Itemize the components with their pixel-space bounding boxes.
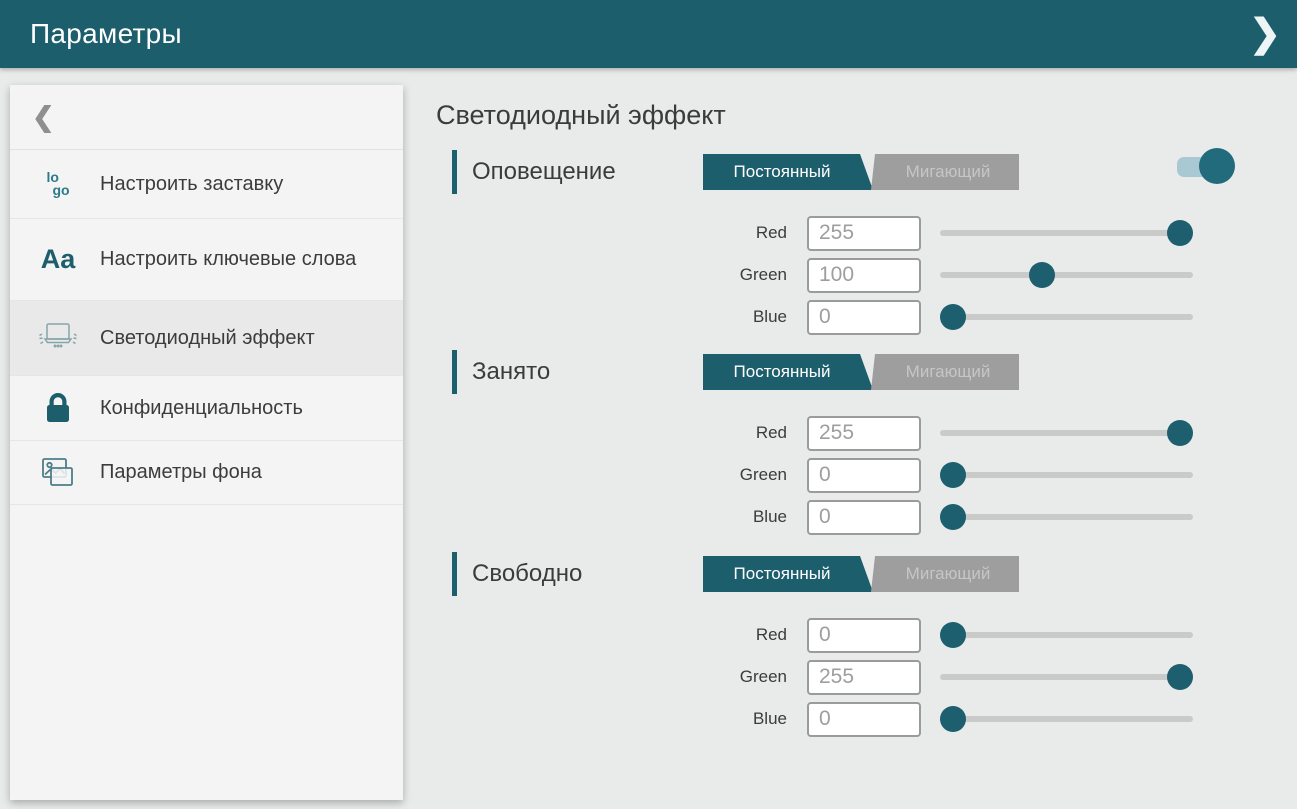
blue-row: Blue: [452, 296, 1247, 338]
sidebar-item-led-effect[interactable]: Светодиодный эффект: [10, 301, 403, 376]
blue-value-input[interactable]: [807, 500, 921, 535]
lock-icon: [36, 392, 80, 424]
sidebar-item-privacy[interactable]: Конфиденциальность: [10, 376, 403, 441]
slider-thumb[interactable]: [940, 504, 966, 530]
page-title: Светодиодный эффект: [436, 100, 726, 131]
green-label: Green: [452, 667, 807, 687]
sidebar-back-button[interactable]: ❮: [10, 85, 403, 150]
section-accent-bar: [452, 552, 457, 596]
blue-value-input[interactable]: [807, 300, 921, 335]
blue-slider[interactable]: [940, 705, 1193, 733]
blue-row: Blue: [452, 496, 1247, 538]
slider-track: [940, 230, 1193, 236]
mode-blinking-segment[interactable]: Мигающий: [871, 154, 1019, 190]
green-row: Green: [452, 254, 1247, 296]
green-value-input[interactable]: [807, 660, 921, 695]
section-free: Свободно Постоянный Мигающий Red Green B…: [452, 550, 1247, 740]
red-slider[interactable]: [940, 219, 1193, 247]
sidebar-item-label: Конфиденциальность: [100, 397, 303, 420]
red-label: Red: [452, 223, 807, 243]
blue-label: Blue: [452, 507, 807, 527]
section-notification: Оповещение Постоянный Мигающий Red Green: [452, 148, 1247, 338]
app-header: Параметры ❯: [0, 0, 1297, 68]
blue-slider[interactable]: [940, 503, 1193, 531]
section-accent-bar: [452, 150, 457, 194]
green-row: Green: [452, 656, 1247, 698]
chevron-right-icon[interactable]: ❯: [1249, 15, 1281, 53]
section-label: Оповещение: [472, 158, 703, 186]
text-aa-icon: Aa: [36, 244, 80, 275]
blue-slider[interactable]: [940, 303, 1193, 331]
mode-segmented-control: Постоянный Мигающий: [703, 354, 1019, 390]
green-slider[interactable]: [940, 663, 1193, 691]
section-label: Свободно: [472, 560, 703, 588]
slider-track: [940, 472, 1193, 478]
slider-track: [940, 430, 1193, 436]
sidebar-item-label: Настроить заставку: [100, 173, 283, 196]
red-value-input[interactable]: [807, 216, 921, 251]
sidebar-item-screensaver[interactable]: lo go Настроить заставку: [10, 150, 403, 219]
red-row: Red: [452, 412, 1247, 454]
sidebar-item-label: Параметры фона: [100, 461, 262, 484]
slider-track: [940, 674, 1193, 680]
slider-thumb[interactable]: [940, 706, 966, 732]
mode-constant-segment[interactable]: Постоянный: [703, 354, 873, 390]
slider-track: [940, 716, 1193, 722]
slider-thumb[interactable]: [940, 304, 966, 330]
blue-row: Blue: [452, 698, 1247, 740]
section-busy: Занято Постоянный Мигающий Red Green Blu…: [452, 348, 1247, 538]
toggle-thumb: [1199, 148, 1235, 184]
red-row: Red: [452, 212, 1247, 254]
images-icon: [36, 455, 80, 491]
notification-toggle[interactable]: [1177, 152, 1225, 180]
slider-track: [940, 314, 1193, 320]
slider-thumb[interactable]: [1167, 664, 1193, 690]
mode-segmented-control: Постоянный Мигающий: [703, 154, 1019, 190]
blue-label: Blue: [452, 307, 807, 327]
slider-track: [940, 632, 1193, 638]
red-slider[interactable]: [940, 419, 1193, 447]
red-slider[interactable]: [940, 621, 1193, 649]
sidebar-item-background[interactable]: Параметры фона: [10, 441, 403, 505]
blue-value-input[interactable]: [807, 702, 921, 737]
green-slider[interactable]: [940, 461, 1193, 489]
red-label: Red: [452, 625, 807, 645]
red-label: Red: [452, 423, 807, 443]
mode-constant-segment[interactable]: Постоянный: [703, 154, 873, 190]
mode-segmented-control: Постоянный Мигающий: [703, 556, 1019, 592]
slider-thumb[interactable]: [1167, 420, 1193, 446]
slider-track: [940, 514, 1193, 520]
slider-thumb[interactable]: [1029, 262, 1055, 288]
slider-thumb[interactable]: [940, 622, 966, 648]
green-slider[interactable]: [940, 261, 1193, 289]
green-value-input[interactable]: [807, 258, 921, 293]
sidebar-item-label: Настроить ключевые слова: [100, 248, 356, 271]
mode-blinking-segment[interactable]: Мигающий: [871, 556, 1019, 592]
red-value-input[interactable]: [807, 416, 921, 451]
green-value-input[interactable]: [807, 458, 921, 493]
green-label: Green: [452, 265, 807, 285]
sidebar-item-label: Светодиодный эффект: [100, 327, 315, 350]
slider-thumb[interactable]: [1167, 220, 1193, 246]
monitor-icon: [36, 321, 80, 355]
slider-thumb[interactable]: [940, 462, 966, 488]
settings-sidebar: ❮ lo go Настроить заставку Aa Настроить …: [10, 85, 403, 800]
blue-label: Blue: [452, 709, 807, 729]
sidebar-item-keywords[interactable]: Aa Настроить ключевые слова: [10, 219, 403, 301]
chevron-left-icon: ❮: [32, 102, 55, 133]
section-label: Занято: [472, 358, 703, 386]
green-label: Green: [452, 465, 807, 485]
logo-icon: lo go: [36, 171, 80, 198]
red-value-input[interactable]: [807, 618, 921, 653]
section-accent-bar: [452, 350, 457, 394]
mode-constant-segment[interactable]: Постоянный: [703, 556, 873, 592]
slider-track: [940, 272, 1193, 278]
green-row: Green: [452, 454, 1247, 496]
red-row: Red: [452, 614, 1247, 656]
mode-blinking-segment[interactable]: Мигающий: [871, 354, 1019, 390]
app-title: Параметры: [30, 18, 182, 50]
